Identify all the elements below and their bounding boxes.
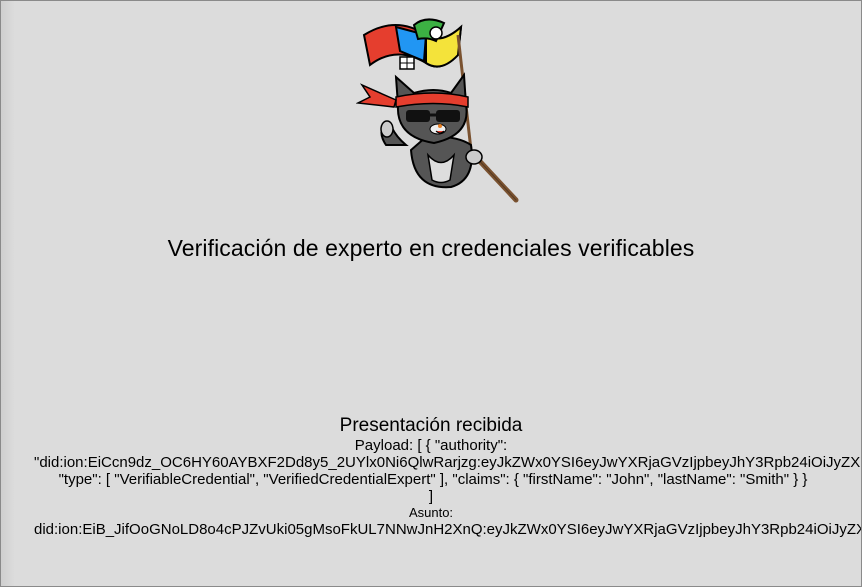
page-title: Verificación de experto en credenciales … [167, 235, 695, 261]
presentation-section: Presentación recibida Payload: [ { "auth… [1, 415, 861, 538]
payload-line-did: "did:ion:EiCcn9dz_OC6HY60AYBXF2Dd8y5_2UY… [34, 454, 861, 471]
ninja-cat-flag-icon [356, 18, 519, 203]
presentation-heading: Presentación recibida [339, 415, 523, 436]
payload-block: Payload: [ { "authority": "did:ion:EiCcn… [1, 437, 861, 505]
payload-line-close: ] [428, 488, 434, 505]
payload-line-authority: Payload: [ { "authority": [354, 437, 508, 454]
subject-label: Asunto: [408, 505, 454, 520]
subject-value: did:ion:EiB_JifOoGNoLD8o4cPJZvUki05gMsoF… [34, 521, 861, 538]
browser-page: Verificación de experto en credenciales … [0, 0, 862, 587]
payload-line-type: "type": [ "VerifiableCredential", "Verif… [58, 471, 808, 488]
